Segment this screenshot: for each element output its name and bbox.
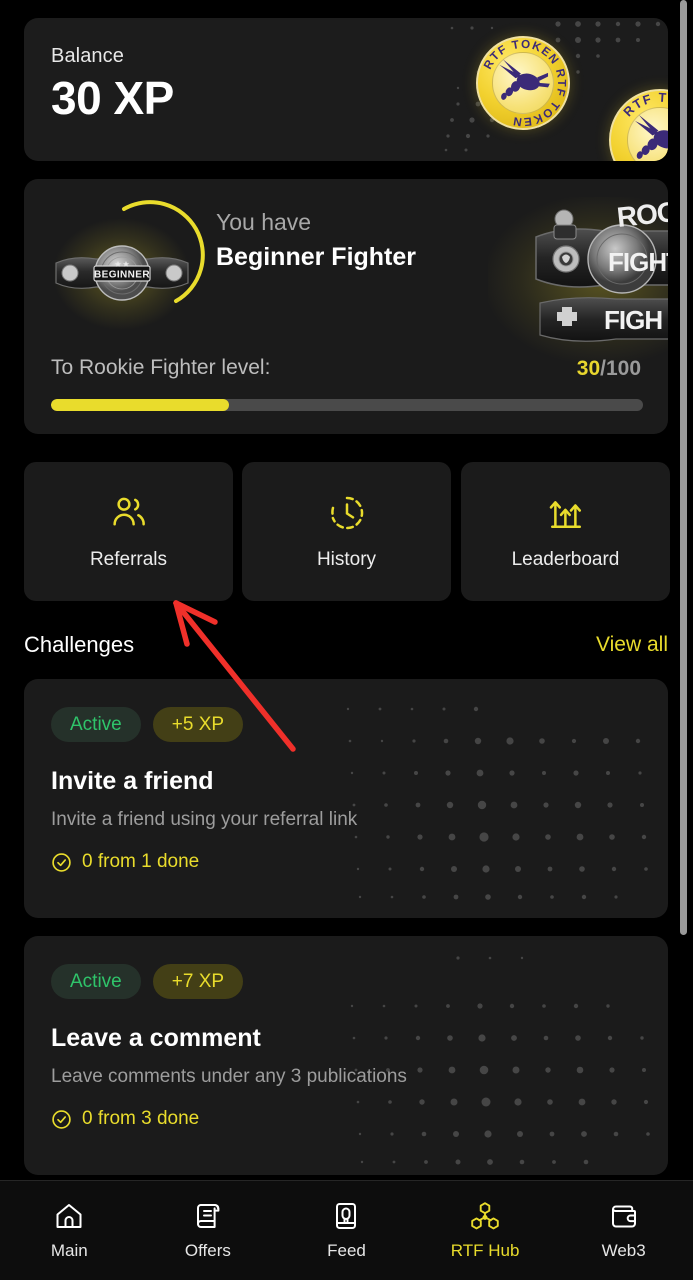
leaderboard-button[interactable]: Leaderboard [461,462,670,601]
nav-item-web3[interactable]: Web3 [554,1200,693,1261]
nav-label-web3: Web3 [601,1241,646,1260]
scroll-content: Balance 30 XP RTF TOKEN RTF TOKEN RTF TO… [0,0,693,1180]
referrals-label: Referrals [89,548,168,570]
balance-value: 30 XP [51,72,174,124]
rtf-hub-screen: Balance 30 XP RTF TOKEN RTF TOKEN RTF TO… [0,0,693,1280]
wasp-mascot-icon [499,59,551,101]
scrollbar-track[interactable] [680,0,690,1180]
history-label: History [316,548,377,570]
status-badge: Active [51,707,141,742]
svg-text:FIGH: FIGH [604,305,662,335]
nav-item-main[interactable]: Main [0,1200,139,1261]
challenge-card[interactable]: Active +5 XP Invite a friend Invite a fr… [24,679,668,918]
xp-current: 30 [576,357,601,380]
rookie-fighter-badge: ROO FIGHT FIGH [535,199,668,342]
beginner-belt-badge: BEGINNER [55,245,189,301]
nav-label-feed: Feed [327,1241,366,1260]
clock-history-icon [330,496,363,529]
challenge-progress: 0 from 1 done [51,851,199,873]
check-circle-icon [52,1109,71,1129]
rtf-token-coin: RTF TOKEN RTF TOKEN [476,36,570,130]
check-circle-icon [52,852,71,872]
challenges-title: Challenges [24,632,135,657]
nav-label-rtf-hub: RTF Hub [450,1241,520,1260]
halftone-dot-pattern [350,956,650,1165]
svg-text:BEGINNER: BEGINNER [94,270,150,281]
halftone-dot-pattern [346,706,648,900]
nav-label-offers: Offers [184,1241,231,1260]
xp-progress-bar [51,399,643,411]
challenge-badges: Active +5 XP [51,707,244,742]
svg-text:FIGHT: FIGHT [608,247,668,277]
leaderboard-label: Leaderboard [511,548,620,570]
hex-nodes-icon [471,1202,499,1230]
challenge-progress: 0 from 3 done [51,1108,199,1130]
referrals-button[interactable]: Referrals [24,462,233,601]
challenge-description: Leave comments under any 3 publications [51,1066,407,1087]
reward-badge: +5 XP [152,707,244,742]
scrollbar-thumb[interactable] [680,0,687,935]
xp-progress-counter: 30/100 [577,357,641,381]
status-badge: Active [51,964,141,999]
bar-arrows-icon [549,500,581,528]
reward-badge: +7 XP [152,964,244,999]
nav-item-rtf-hub[interactable]: RTF Hub [416,1200,555,1261]
challenges-header: Challenges View all [24,628,668,662]
svg-text:ROO: ROO [615,199,668,233]
challenge-progress-text: 0 from 3 done [82,1108,200,1129]
challenge-progress-text: 0 from 1 done [82,851,200,872]
challenge-card[interactable]: Active +7 XP Leave a comment Leave comme… [24,936,668,1175]
scroll-icon [196,1204,220,1228]
glove-card-icon [336,1203,357,1229]
home-icon [56,1204,82,1228]
nav-label-main: Main [50,1241,88,1260]
next-level-label: To Rookie Fighter level: [51,356,271,379]
nav-item-offers[interactable]: Offers [139,1200,278,1261]
nav-item-feed[interactable]: Feed [277,1200,416,1261]
users-icon [112,497,145,525]
bottom-navigation-bar: Main Offers Feed RTF Hub Web3 [0,1180,693,1280]
challenge-badges: Active +7 XP [51,964,244,999]
rtf-token-coin: RTF TOKEN RTF TOKEN [609,89,668,161]
challenge-title: Leave a comment [51,1024,261,1052]
view-all-link[interactable]: View all [596,633,668,657]
wasp-mascot-icon [634,114,668,159]
rank-progress-card: BEGINNER You have Beginner Fighter ROO F… [24,179,668,434]
challenge-title: Invite a friend [51,767,214,795]
xp-total: /100 [600,357,641,380]
balance-label: Balance [51,45,124,67]
balance-card: Balance 30 XP RTF TOKEN RTF TOKEN RTF TO… [24,18,668,161]
challenge-description: Invite a friend using your referral link [51,809,358,830]
rank-prefix-label: You have [216,209,312,235]
wallet-icon [611,1205,636,1228]
xp-progress-fill [51,399,229,411]
rank-name: Beginner Fighter [216,243,417,271]
history-button[interactable]: History [242,462,451,601]
